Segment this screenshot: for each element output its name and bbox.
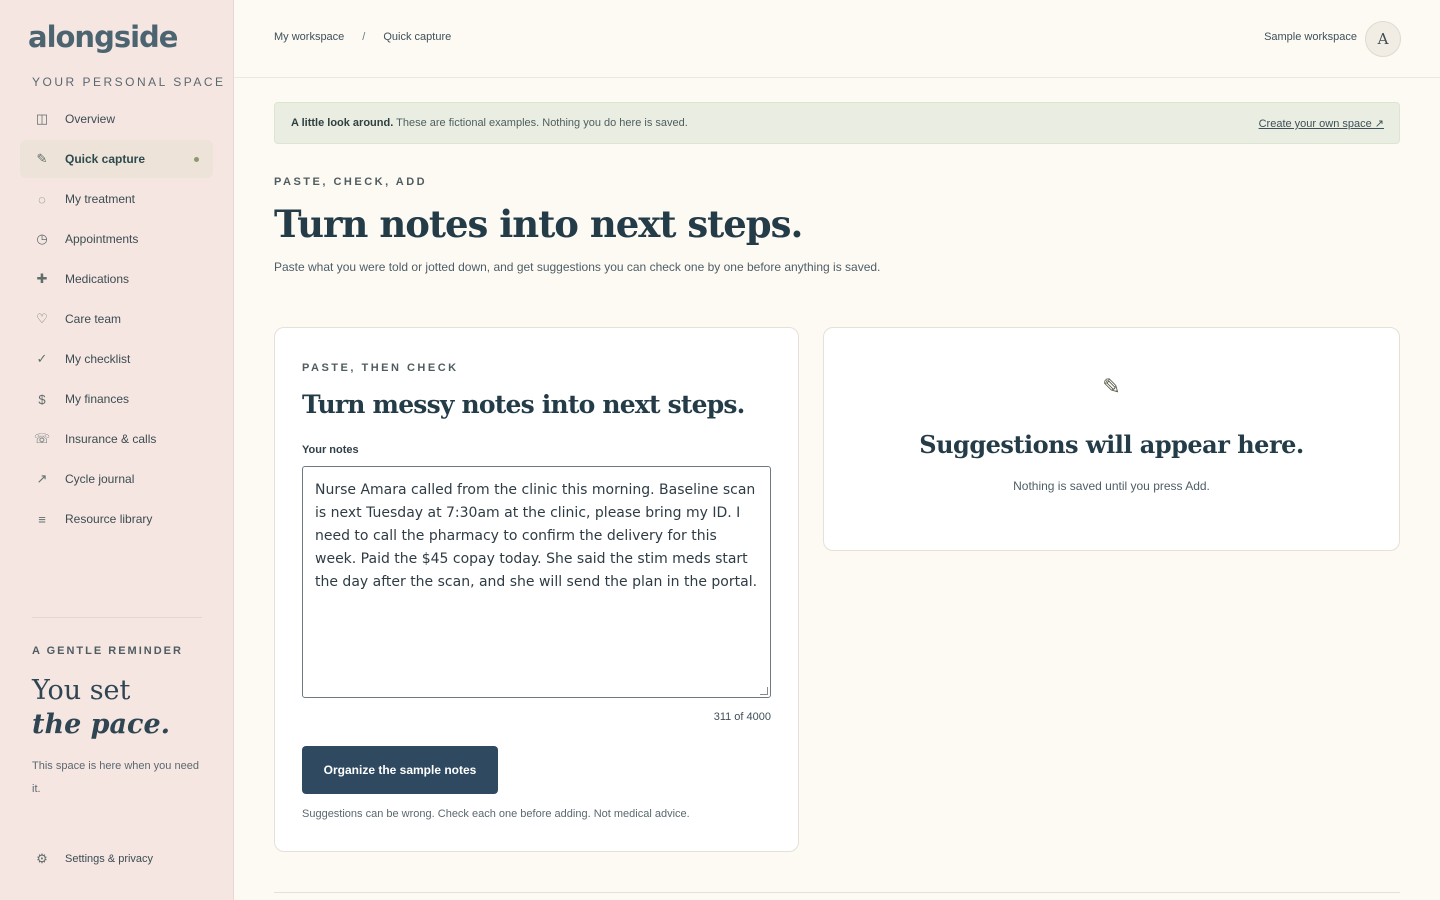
sidebar-item-label: Appointments (65, 232, 139, 246)
create-space-link[interactable]: Create your own space ↗ (1259, 117, 1384, 130)
sidebar-nav: ◫ Overview ✎ Quick capture ◌ My treatmen… (20, 100, 213, 540)
clock-icon: ◷ (36, 231, 48, 246)
dollar-icon: $ (38, 391, 46, 407)
sidebar-item-label: Cycle journal (65, 472, 135, 486)
circle-icon: ◌ (38, 191, 46, 207)
layout-icon: ◫ (35, 111, 49, 126)
banner-bold: A little look around. (291, 117, 394, 129)
avatar[interactable]: A (1365, 21, 1401, 57)
capture-card-title: Turn messy notes into next steps. (302, 390, 745, 419)
sidebar-item-label: Resource library (65, 512, 153, 526)
sidebar-item-my-checklist[interactable]: ✓ My checklist (20, 340, 213, 378)
breadcrumb: My workspace / Quick capture (274, 31, 451, 43)
pencil-icon: ✎ (1102, 374, 1121, 399)
sidebar-item-label: My checklist (65, 352, 131, 366)
gear-icon: ⚙ (36, 851, 48, 866)
banner-text: A little look around. These are fictiona… (291, 117, 688, 129)
suggestions-card: ✎ Suggestions will appear here. Nothing … (823, 327, 1400, 551)
reminder-line-2: the pace. (32, 709, 171, 740)
check-icon: ✓ (36, 351, 48, 366)
trend-arrow-icon: ↗ (36, 471, 48, 486)
suggestions-title: Suggestions will appear here. (919, 430, 1304, 459)
top-bar: My workspace / Quick capture Sample work… (234, 0, 1440, 78)
page-subtitle: Paste what you were told or jotted down,… (274, 260, 881, 274)
sidebar-item-insurance-calls[interactable]: ☏ Insurance & calls (20, 420, 213, 458)
bottom-divider (274, 892, 1400, 893)
reminder-heading: You set the pace. (32, 674, 170, 742)
sidebar-item-overview[interactable]: ◫ Overview (20, 100, 213, 138)
reminder-text: This space is here when you need it. (32, 760, 199, 795)
reminder-title: A GENTLE REMINDER (32, 645, 183, 657)
sidebar-item-appointments[interactable]: ◷ Appointments (20, 220, 213, 258)
breadcrumb-current: Quick capture (383, 31, 452, 43)
sidebar-item-resource-library[interactable]: ≡ Resource library (20, 500, 213, 538)
active-indicator-dot (194, 157, 199, 162)
sidebar-item-label: Insurance & calls (65, 432, 157, 446)
character-count: 311 of 4000 (713, 711, 771, 723)
sidebar-item-label: Quick capture (65, 152, 146, 166)
demo-banner: A little look around. These are fictiona… (274, 102, 1400, 144)
banner-body: These are fictional examples. Nothing yo… (393, 117, 688, 129)
page-eyebrow: PASTE, CHECK, ADD (274, 176, 428, 188)
notes-label: Your notes (302, 444, 359, 456)
sidebar: alongside YOUR PERSONAL SPACE ◫ Overview… (0, 0, 234, 900)
sidebar-item-label: Medications (65, 272, 130, 286)
reminder-line-1: You set (32, 675, 131, 706)
organize-notes-button[interactable]: Organize the sample notes (302, 746, 498, 794)
settings-privacy-link[interactable]: ⚙ Settings & privacy (34, 851, 153, 867)
page-title: Turn notes into next steps. (274, 202, 803, 246)
sidebar-item-label: Overview (65, 112, 116, 126)
notes-textarea[interactable]: Nurse Amara called from the clinic this … (302, 466, 771, 698)
settings-label: Settings & privacy (65, 853, 154, 865)
sidebar-item-care-team[interactable]: ♡ Care team (20, 300, 213, 338)
brand-logo[interactable]: alongside (28, 20, 178, 54)
heart-icon: ♡ (36, 311, 48, 326)
sidebar-item-label: Care team (65, 312, 122, 326)
capture-card: PASTE, THEN CHECK Turn messy notes into … (274, 327, 799, 852)
breadcrumb-separator: / (362, 31, 366, 43)
sidebar-item-quick-capture[interactable]: ✎ Quick capture (20, 140, 213, 178)
sidebar-item-my-finances[interactable]: $ My finances (20, 380, 213, 418)
resize-handle-icon[interactable] (760, 687, 768, 695)
disclaimer-text: Suggestions can be wrong. Check each one… (302, 808, 690, 820)
pencil-icon: ✎ (36, 151, 48, 166)
sidebar-item-my-treatment[interactable]: ◌ My treatment (20, 180, 213, 218)
capture-card-eyebrow: PASTE, THEN CHECK (302, 362, 459, 374)
suggestions-subtitle: Nothing is saved until you press Add. (1013, 479, 1210, 493)
sidebar-item-label: My treatment (65, 192, 136, 206)
phone-icon: ☏ (33, 431, 51, 446)
sidebar-divider (32, 617, 202, 618)
plus-icon: ✚ (36, 271, 48, 286)
breadcrumb-workspace[interactable]: My workspace (274, 31, 344, 43)
sidebar-item-cycle-journal[interactable]: ↗ Cycle journal (20, 460, 213, 498)
sidebar-item-medications[interactable]: ✚ Medications (20, 260, 213, 298)
workspace-label: Sample workspace (1264, 31, 1357, 43)
sidebar-section-label: YOUR PERSONAL SPACE (32, 75, 226, 89)
list-icon: ≡ (38, 511, 46, 527)
sidebar-item-label: My finances (65, 392, 130, 406)
notes-text: Nurse Amara called from the clinic this … (315, 482, 758, 590)
